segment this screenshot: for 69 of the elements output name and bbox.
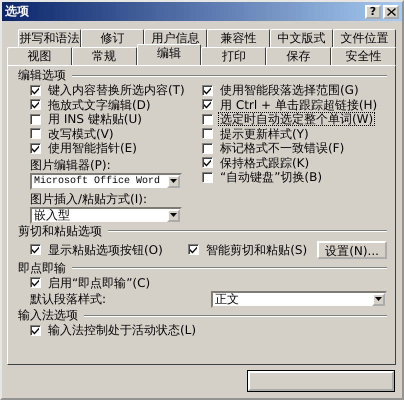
checkbox-label: 用 Ctrl + 单击跟踪超链接(H): [219, 98, 378, 112]
section-title: 编辑选项: [18, 67, 66, 84]
tab[interactable]: 拼写和语法: [18, 29, 81, 47]
checkbox[interactable]: [202, 157, 213, 168]
dropdown-arrow-button[interactable]: [372, 292, 385, 306]
checkbox-label: 用 INS 键粘贴(U): [47, 112, 143, 126]
checkbox-label: 选定时自动选定整个单词(W): [218, 112, 376, 126]
check-icon: [31, 326, 40, 335]
checkbox-label: 使用智能指针(E): [47, 141, 138, 156]
checkbox[interactable]: [202, 84, 213, 96]
tab[interactable]: 兼容性: [207, 29, 270, 47]
tab[interactable]: 文件位置: [333, 29, 396, 47]
checkbox-label: 启用“即点即输”(C): [47, 276, 152, 290]
dropdown-arrow-button[interactable]: [167, 174, 180, 188]
checkbox[interactable]: [202, 99, 213, 110]
window-title: 选项: [5, 3, 29, 20]
tab[interactable]: 编辑: [136, 44, 202, 65]
checkbox[interactable]: [30, 244, 41, 255]
checkbox[interactable]: [202, 172, 213, 183]
caret-icon[interactable]: [170, 213, 177, 217]
dropdown[interactable]: 嵌入型: [30, 206, 182, 224]
checkbox[interactable]: [30, 277, 41, 288]
check-icon: [31, 278, 40, 288]
section-title: 即点即输: [18, 260, 66, 276]
field-label: 图片插入/粘贴方式(I):: [30, 192, 148, 206]
caret-icon[interactable]: [170, 179, 177, 183]
checkbox[interactable]: [30, 84, 41, 96]
check-icon: [31, 144, 40, 153]
field-label: 图片编辑器(P):: [30, 158, 112, 172]
section-title: 剪切和粘贴选项: [18, 222, 102, 240]
checkbox-label: 使用智能段落选择范围(G): [219, 83, 360, 98]
checkbox-label: 输入法控制处于活动状态(L): [47, 323, 198, 338]
checkbox-label: 显示粘贴选项按钮(O): [47, 242, 164, 256]
settings-button[interactable]: 设置(N)...: [317, 240, 387, 258]
check-icon: [203, 158, 212, 168]
check-icon: [31, 245, 40, 254]
dropdown[interactable]: 正文: [211, 290, 387, 308]
checkbox-label: 智能剪切和粘贴(S): [205, 242, 308, 256]
checkbox[interactable]: [202, 142, 213, 154]
checkbox[interactable]: [30, 142, 41, 154]
section-title: 输入法选项: [18, 307, 78, 324]
field-label: 默认段落样式:: [30, 290, 106, 308]
checkbox[interactable]: [202, 114, 213, 125]
checkbox-label: 键入内容替换所选内容(T): [47, 83, 186, 98]
tab[interactable]: 常规: [72, 47, 137, 65]
caret-icon[interactable]: [375, 297, 382, 301]
checkbox-label: 标记格式不一致错误(F): [219, 141, 346, 156]
tab[interactable]: 中文版式: [270, 29, 333, 47]
tab[interactable]: 保存: [266, 47, 332, 65]
checkbox[interactable]: [188, 244, 200, 255]
checkbox-label: 改写模式(V): [47, 126, 115, 141]
checkbox-label: 提示更新样式(Y): [219, 126, 310, 141]
checkbox[interactable]: [30, 128, 41, 140]
checkbox[interactable]: [202, 128, 213, 140]
tab[interactable]: 视图: [7, 47, 72, 65]
checkbox[interactable]: [30, 99, 41, 110]
checkbox[interactable]: [30, 114, 41, 125]
close-icon[interactable]: [386, 8, 396, 16]
help-button[interactable]: ?: [365, 4, 381, 18]
close-button[interactable]: [383, 4, 399, 18]
checkbox[interactable]: [30, 324, 41, 336]
check-icon: [189, 245, 198, 254]
tab[interactable]: 打印: [201, 47, 266, 65]
checkbox-label: “自动键盘”切换(B): [219, 170, 324, 184]
tab[interactable]: 安全性: [331, 47, 396, 65]
checkbox-label: 保持格式跟踪(K): [219, 156, 310, 170]
dropdown[interactable]: Microsoft Office Word: [30, 172, 182, 190]
dropdown-arrow-button[interactable]: [167, 208, 180, 222]
checkbox-label: 拖放式文字编辑(D): [47, 98, 152, 112]
